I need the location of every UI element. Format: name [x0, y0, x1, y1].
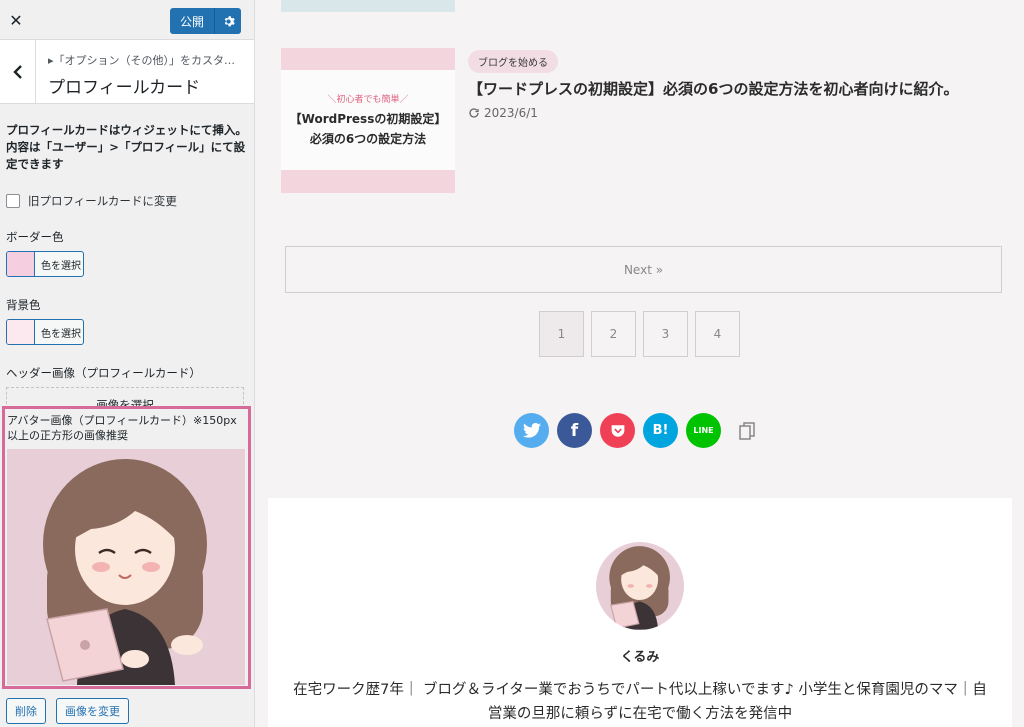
close-icon[interactable]: ✕ [0, 0, 32, 40]
page-3[interactable]: 3 [643, 311, 688, 357]
change-image-button[interactable]: 画像を変更 [56, 698, 129, 724]
panel-description: プロフィールカードはウィジェットにて挿入。内容は「ユーザー」>「プロフィール」に… [6, 123, 247, 171]
site-preview: ＼初心者でも簡単／ 【WordPressの初期設定】 必須の6つの設定方法 ブロ… [256, 0, 1024, 727]
post-title[interactable]: 【ワードプレスの初期設定】必須の6つの設定方法を初心者向けに紹介。 [468, 78, 958, 99]
next-page-button[interactable]: Next » [285, 246, 1002, 293]
border-color-text: 色を選択 [41, 260, 81, 272]
avatar-image-label: アバター画像（プロフィールカード）※150px以上の正方形の画像推奨 [7, 414, 237, 442]
bg-color-text: 色を選択 [41, 328, 81, 340]
post-date-text: 2023/6/1 [484, 106, 538, 120]
avatar-image-control: アバター画像（プロフィールカード）※150px以上の正方形の画像推奨 [2, 406, 251, 689]
bg-color-button[interactable]: 色を選択 [6, 319, 84, 345]
share-buttons: f B! LINE [514, 413, 764, 448]
post-date: 2023/6/1 [468, 106, 538, 120]
page-4[interactable]: 4 [695, 311, 740, 357]
legacy-profile-label: 旧プロフィールカードに変更 [28, 194, 177, 208]
profile-card: くるみ 在宅ワーク歴7年｜ ブログ＆ライター業でおうちでパート代以上稼いでます♪… [268, 498, 1012, 727]
twitter-icon[interactable] [514, 413, 549, 448]
previous-post-thumbnail[interactable] [281, 0, 455, 12]
legacy-profile-checkbox[interactable] [6, 194, 20, 208]
hatena-icon[interactable]: B! [643, 413, 678, 448]
customizer-topbar: ✕ 公開 [0, 0, 254, 40]
panel-body: プロフィールカードはウィジェットにて挿入。内容は「ユーザー」>「プロフィール」に… [0, 104, 254, 423]
header-image-label: ヘッダー画像（プロフィールカード） [6, 366, 201, 380]
refresh-icon [469, 108, 479, 118]
delete-image-button[interactable]: 削除 [6, 698, 46, 724]
profile-bio: 在宅ワーク歴7年｜ ブログ＆ライター業でおうちでパート代以上稼いでます♪ 小学生… [293, 682, 987, 722]
section-header: ▸「オプション（その他）」をカスタ… プロフィールカード [0, 40, 254, 104]
back-button[interactable] [0, 40, 36, 104]
page-2[interactable]: 2 [591, 311, 636, 357]
pocket-icon[interactable] [600, 413, 635, 448]
facebook-icon[interactable]: f [557, 413, 592, 448]
thumbnail-title-1: 【WordPressの初期設定】 [289, 111, 447, 126]
gear-icon[interactable] [215, 8, 241, 34]
section-title: プロフィールカード [48, 78, 201, 98]
profile-name: くるみ [620, 650, 660, 665]
pagination: 1 2 3 4 [539, 311, 740, 357]
legacy-profile-option[interactable]: 旧プロフィールカードに変更 [6, 193, 248, 209]
thumbnail-title-2: 必須の6つの設定方法 [309, 131, 427, 146]
post-thumbnail[interactable]: ＼初心者でも簡単／ 【WordPressの初期設定】 必須の6つの設定方法 [281, 48, 455, 193]
profile-avatar [596, 542, 684, 630]
breadcrumb: ▸「オプション（その他）」をカスタ… [48, 54, 236, 67]
chevron-left-icon [12, 65, 22, 79]
bg-color-label: 背景色 [6, 298, 41, 312]
avatar-illustration [7, 449, 245, 685]
publish-button[interactable]: 公開 [169, 8, 215, 34]
border-color-label: ボーダー色 [6, 230, 64, 244]
line-icon[interactable]: LINE [686, 413, 721, 448]
category-badge[interactable]: ブログを始める [468, 50, 558, 73]
publish-group: 公開 [169, 8, 241, 34]
avatar-actions: 削除 画像を変更 [6, 698, 129, 724]
page-1[interactable]: 1 [539, 311, 584, 357]
customizer-sidebar: ✕ 公開 ▸「オプション（その他）」をカスタ… プロフィールカード プロフィール… [0, 0, 255, 727]
copy-icon[interactable] [729, 413, 764, 448]
thumbnail-card: ＼初心者でも簡単／ 【WordPressの初期設定】 必須の6つの設定方法 [281, 70, 455, 170]
border-color-swatch [7, 252, 35, 276]
border-color-button[interactable]: 色を選択 [6, 251, 84, 277]
bg-color-swatch [7, 320, 35, 344]
thumbnail-tagline: ＼初心者でも簡単／ [327, 94, 409, 105]
